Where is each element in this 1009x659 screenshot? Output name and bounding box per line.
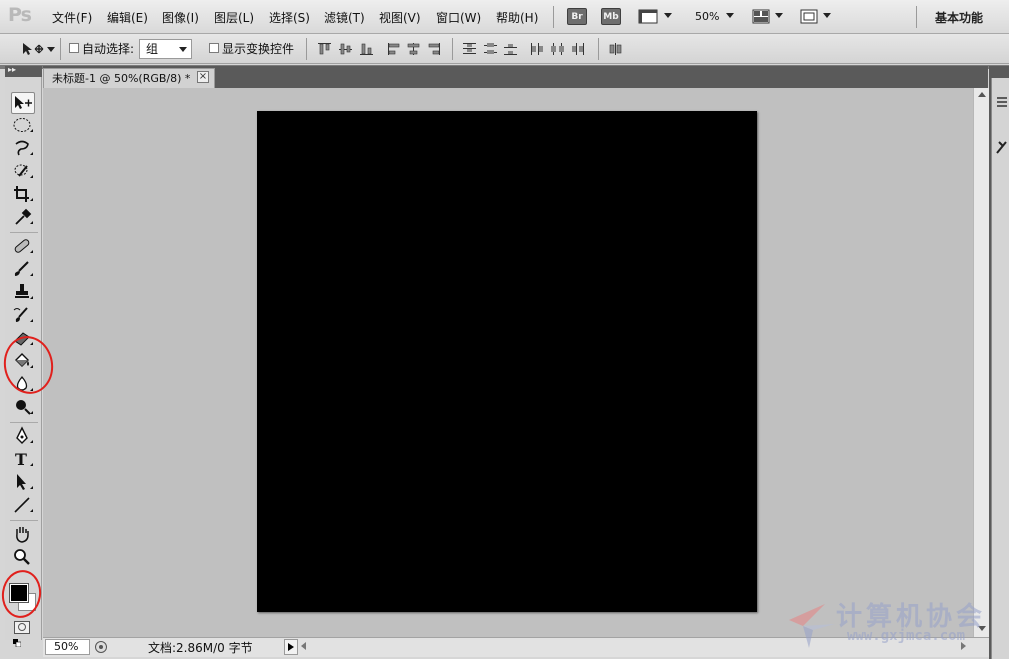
document-info-text: 文档:2.86M/0 字节 [148,641,253,655]
tool-preset-dropdown-arrow[interactable] [47,47,55,52]
move-tool-preset-icon[interactable] [21,41,45,57]
options-separator [60,38,61,60]
quick-selection-tool[interactable] [11,161,35,183]
menu-bar: Ps 文件(F) 编辑(E) 图像(I) 图层(L) 选择(S) 滤镜(T) 视… [0,0,1009,34]
align-top-icon[interactable] [317,42,332,56]
extras-icon[interactable] [638,8,658,25]
vertical-scrollbar[interactable] [973,88,989,637]
extras-dropdown-arrow[interactable] [664,13,672,18]
show-transform-label: 显示变换控件 [222,42,295,56]
type-tool[interactable]: T [11,449,35,471]
align-right-icon[interactable] [426,42,441,56]
chevron-down-icon [179,47,187,52]
options-bar: 自动选择: 组 显示变换控件 [0,34,1009,64]
status-menu-button[interactable] [284,639,298,655]
quick-mask-button[interactable] [14,621,30,634]
align-horizontal-center-icon[interactable] [406,42,421,56]
move-tool[interactable] [11,92,35,114]
align-left-icon[interactable] [387,42,402,56]
auto-select-dropdown[interactable]: 组 [139,39,192,59]
pen-tool[interactable] [11,426,35,448]
collapsed-panel-column [991,78,1009,659]
scroll-up-icon[interactable] [978,92,986,97]
workspace-switcher[interactable]: 基本功能 [935,9,983,26]
menu-select[interactable]: 选择(S) [269,9,310,26]
menu-help[interactable]: 帮助(H) [496,9,538,26]
zoom-input[interactable]: 50% [45,639,90,655]
document-tab-title: 未标题-1 @ 50%(RGB/8) * [52,72,191,85]
arrange-dropdown-arrow[interactable] [775,13,783,18]
zoom-dropdown-arrow[interactable] [726,13,734,18]
distribute-left-icon[interactable] [530,42,545,56]
healing-brush-tool[interactable] [11,236,35,258]
tools-separator [10,422,38,423]
photoshop-logo: Ps [8,4,32,26]
marquee-tool[interactable] [11,115,35,137]
hand-tool[interactable] [11,524,35,546]
quick-mask-icon [18,623,26,631]
line-tool[interactable] [11,495,35,517]
scroll-left-icon[interactable] [301,642,306,650]
auto-select-label: 自动选择: [82,42,135,56]
align-bottom-icon[interactable] [359,42,374,56]
panel-grip-icon[interactable] [994,94,1009,112]
brush-tool[interactable] [11,259,35,281]
zoom-level-menu[interactable]: 50% [695,10,719,23]
screen-mode-dropdown-arrow[interactable] [823,13,831,18]
close-tab-icon[interactable]: × [197,71,209,83]
eyedropper-tool[interactable] [11,207,35,229]
svg-text:T: T [15,450,27,469]
show-transform-checkbox[interactable] [209,43,219,53]
menu-edit[interactable]: 编辑(E) [107,9,148,26]
options-separator [598,38,599,60]
collapse-arrows-icon: ▸▸ [8,65,17,74]
menu-view[interactable]: 视图(V) [379,9,421,26]
screen-mode-icon[interactable] [800,8,818,25]
align-vertical-center-icon[interactable] [338,42,353,56]
history-brush-tool[interactable] [11,305,35,327]
options-separator [306,38,307,60]
bridge-button[interactable]: Br [567,8,587,25]
default-colors-icon[interactable] [13,636,22,648]
tool-presets-icon[interactable] [994,138,1009,156]
menu-separator [553,6,554,28]
auto-select-value: 组 [146,42,159,56]
menu-filter[interactable]: 滤镜(T) [324,9,365,26]
menu-layer[interactable]: 图层(L) [214,9,254,26]
tools-separator [10,232,38,233]
document-tab[interactable]: 未标题-1 @ 50%(RGB/8) * [43,68,215,88]
distribute-vertical-center-icon[interactable] [483,42,498,56]
arrange-documents-icon[interactable] [752,8,770,25]
distribute-right-icon[interactable] [570,42,585,56]
document-canvas[interactable] [257,111,757,612]
zoom-tool[interactable] [11,547,35,569]
menu-image[interactable]: 图像(I) [162,9,199,26]
watermark-url: www.gxjmca.com [847,628,966,644]
options-separator [452,38,453,60]
clone-stamp-tool[interactable] [11,282,35,304]
dodge-tool[interactable] [11,397,35,419]
menu-separator [916,6,917,28]
tools-separator [10,520,38,521]
menu-file[interactable]: 文件(F) [52,9,92,26]
mini-bridge-button[interactable]: Mb [601,8,621,25]
tools-panel-header[interactable]: ▸▸ [5,65,42,77]
distribute-horizontal-center-icon[interactable] [550,42,565,56]
distribute-bottom-icon[interactable] [503,42,518,56]
auto-select-checkbox[interactable] [69,43,79,53]
lasso-tool[interactable] [11,138,35,160]
status-info-icon[interactable] [94,640,108,654]
path-selection-tool[interactable] [11,472,35,494]
auto-align-layers-icon[interactable] [608,42,623,56]
crop-tool[interactable] [11,184,35,206]
play-arrow-icon [288,643,294,651]
menu-window[interactable]: 窗口(W) [436,9,481,26]
distribute-top-icon[interactable] [462,42,477,56]
